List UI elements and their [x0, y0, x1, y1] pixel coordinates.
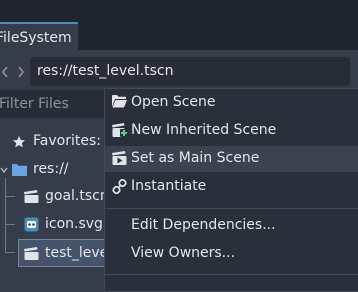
dock-tab-bar: FileSystem: [0, 0, 358, 52]
link-icon: [112, 179, 127, 194]
tree-item-file-label: goal.tscn: [45, 188, 109, 204]
filter-files-placeholder: Filter Files: [0, 96, 69, 112]
menu-item-new-inherited-scene[interactable]: New Inherited Scene: [105, 118, 358, 144]
inherited-scene-icon: [112, 123, 128, 137]
forward-arrow-icon[interactable]: [16, 64, 26, 78]
menu-item-instantiate[interactable]: Instantiate: [105, 174, 358, 200]
tree-guide-line: [5, 178, 6, 253]
scene-clapper-icon: [24, 247, 39, 260]
tab-filesystem-label: FileSystem: [0, 30, 72, 46]
file-context-menu: Open Scene New Inherited Scene Set as Ma…: [104, 88, 358, 292]
tree-guide-line: [5, 196, 15, 197]
tree-item-favorites-label: Favorites:: [33, 133, 101, 149]
menu-item-label: Instantiate: [131, 178, 207, 194]
menu-item-label: View Owners...: [131, 245, 236, 261]
play-scene-icon: [112, 151, 127, 165]
menu-item-label: Set as Main Scene: [131, 150, 260, 166]
menu-item-view-owners[interactable]: View Owners...: [105, 241, 358, 267]
menu-separator: [105, 208, 358, 209]
collapse-arrow-icon[interactable]: [0, 166, 8, 174]
menu-item-label: New Inherited Scene: [131, 122, 277, 138]
folder-open-icon: [112, 95, 127, 108]
scene-clapper-icon: [24, 190, 39, 203]
tree-item-file[interactable]: goal.tscn: [18, 184, 109, 209]
tree-item-file[interactable]: icon.svg: [18, 212, 106, 237]
star-icon: [13, 136, 25, 148]
menu-item-label: Open Scene: [131, 94, 216, 110]
tab-filesystem[interactable]: FileSystem: [0, 22, 78, 52]
tree-item-res-root[interactable]: res://: [0, 157, 110, 182]
tree-guide-line: [5, 224, 15, 225]
menu-separator: [105, 274, 358, 275]
path-field-text: res://test_level.tscn: [37, 63, 174, 79]
back-arrow-icon[interactable]: [0, 64, 10, 78]
tree-item-file-selected[interactable]: test_level.tscn: [18, 239, 146, 267]
menu-item-set-as-main-scene[interactable]: Set as Main Scene: [105, 146, 358, 172]
tree-guide-line: [5, 252, 15, 253]
godot-logo-icon: [24, 217, 39, 232]
menu-item-edit-dependencies[interactable]: Edit Dependencies...: [105, 213, 358, 239]
tree-item-res-root-label: res://: [33, 161, 69, 177]
menu-item-open-scene[interactable]: Open Scene: [105, 90, 358, 116]
filter-files-input[interactable]: Filter Files: [0, 90, 114, 118]
tree-item-favorites[interactable]: Favorites:: [0, 129, 110, 154]
path-field[interactable]: res://test_level.tscn: [30, 57, 350, 86]
folder-icon: [12, 164, 27, 176]
tree-item-file-label: icon.svg: [45, 216, 103, 232]
menu-item-label: Edit Dependencies...: [131, 217, 276, 233]
